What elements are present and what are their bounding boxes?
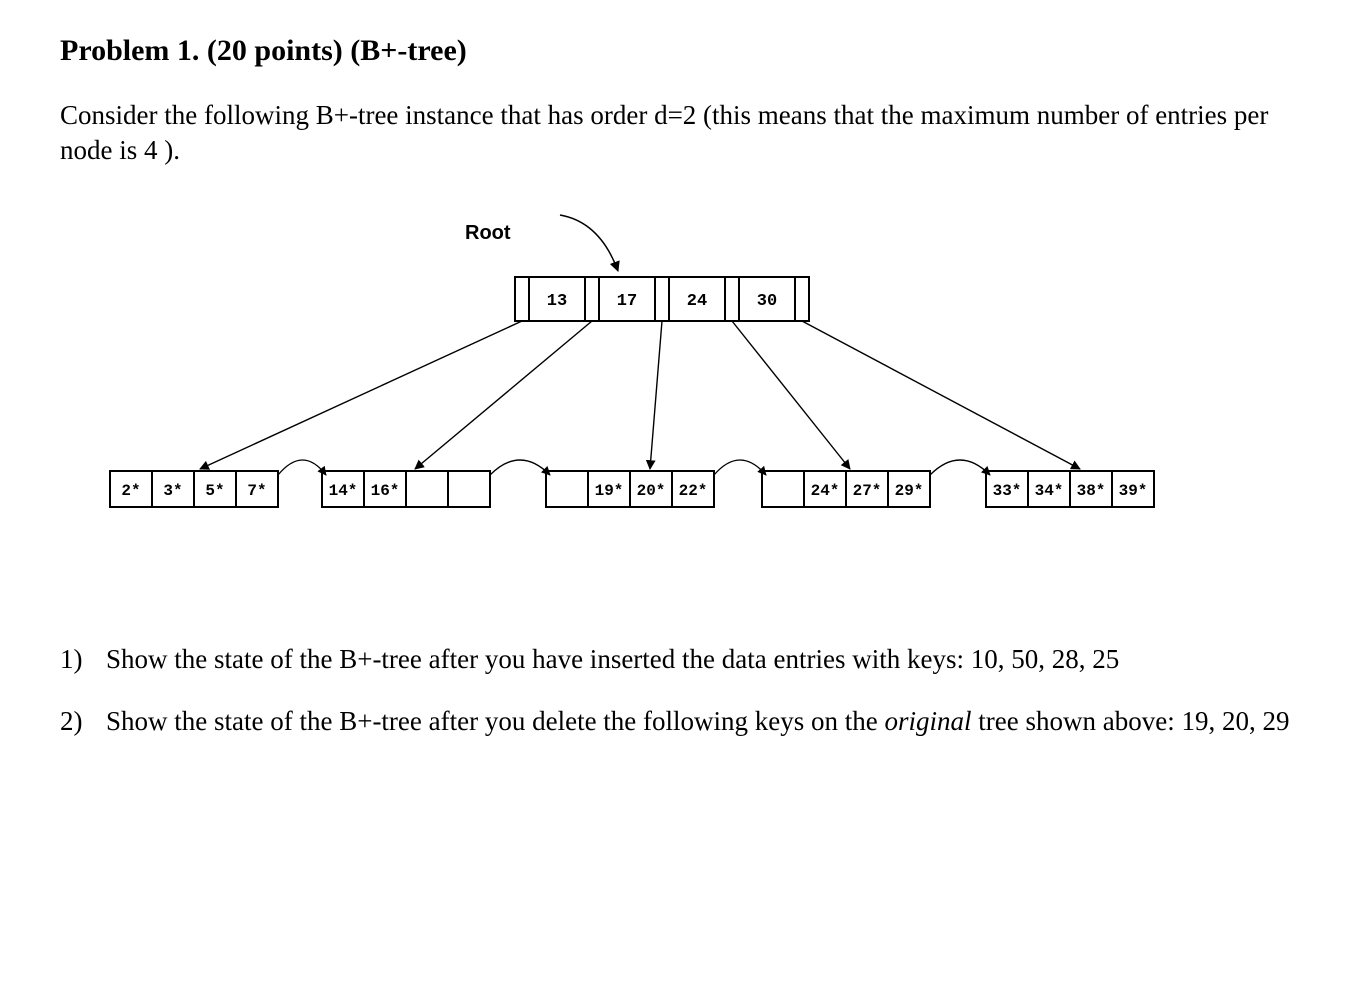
leaf-1: 14* 16*	[322, 471, 490, 507]
question-2: 2) Show the state of the B+-tree after y…	[60, 704, 1292, 740]
questions: 1) Show the state of the B+-tree after y…	[60, 642, 1292, 739]
root-key-2: 24	[687, 292, 707, 311]
root-node: 13 17 24 30	[515, 277, 809, 321]
svg-text:29*: 29*	[895, 482, 924, 500]
svg-text:33*: 33*	[993, 482, 1022, 500]
svg-text:22*: 22*	[679, 482, 708, 500]
svg-text:7*: 7*	[247, 482, 266, 500]
leaf-3: 24* 27* 29*	[762, 471, 930, 507]
leaf-row: 2* 3* 5* 7* 14* 16*	[110, 460, 1154, 507]
question-1-text: Show the state of the B+-tree after you …	[106, 642, 1292, 678]
root-label: Root	[465, 222, 511, 244]
svg-text:16*: 16*	[371, 482, 400, 500]
svg-text:14*: 14*	[329, 482, 358, 500]
svg-text:34*: 34*	[1035, 482, 1064, 500]
svg-text:2*: 2*	[121, 482, 140, 500]
leaf-0: 2* 3* 5* 7*	[110, 471, 278, 507]
bplus-tree-diagram: Root 13 17 24 30	[60, 187, 1292, 607]
question-2-text: Show the state of the B+-tree after you …	[106, 704, 1292, 740]
problem-title: Problem 1. (20 points) (B+-tree)	[60, 34, 1292, 68]
svg-text:39*: 39*	[1119, 482, 1148, 500]
question-2-number: 2)	[60, 704, 106, 740]
svg-text:20*: 20*	[637, 482, 666, 500]
leaf-4: 33* 34* 38* 39*	[986, 471, 1154, 507]
question-1-number: 1)	[60, 642, 106, 678]
problem-intro: Consider the following B+-tree instance …	[60, 98, 1292, 167]
svg-text:27*: 27*	[853, 482, 882, 500]
root-key-3: 30	[757, 292, 777, 311]
svg-text:5*: 5*	[205, 482, 224, 500]
svg-text:19*: 19*	[595, 482, 624, 500]
svg-text:38*: 38*	[1077, 482, 1106, 500]
root-key-0: 13	[547, 292, 567, 311]
problem-page: Problem 1. (20 points) (B+-tree) Conside…	[0, 0, 1352, 990]
root-key-1: 17	[617, 292, 637, 311]
leaf-2: 19* 20* 22*	[546, 471, 714, 507]
svg-text:24*: 24*	[811, 482, 840, 500]
question-1: 1) Show the state of the B+-tree after y…	[60, 642, 1292, 678]
svg-text:3*: 3*	[163, 482, 182, 500]
